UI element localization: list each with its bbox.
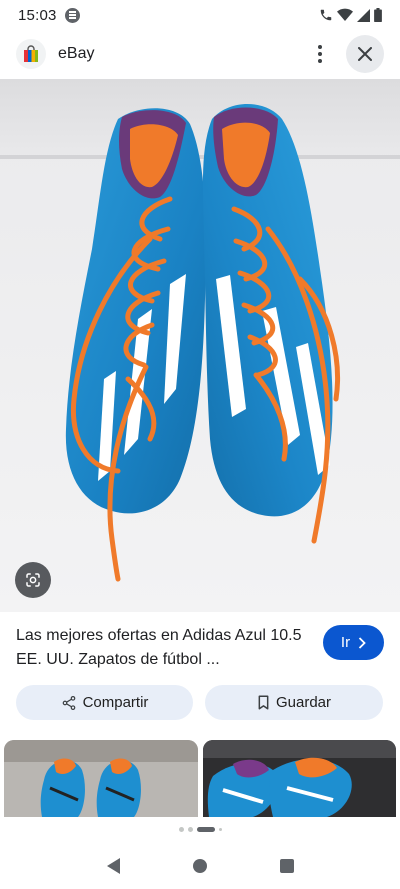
recents-icon[interactable] (279, 858, 294, 873)
share-label: Compartir (82, 694, 149, 711)
chat-bubble-icon (64, 7, 80, 23)
go-button[interactable]: Ir (323, 625, 384, 660)
status-bar: 15:03 (0, 0, 400, 30)
pager-dot (178, 826, 184, 832)
go-button-label: Ir (340, 634, 351, 651)
pager-dot (218, 827, 222, 831)
product-image[interactable] (0, 79, 400, 612)
bookmark-icon (258, 695, 269, 710)
google-lens-icon (26, 573, 40, 587)
share-button[interactable]: Compartir (16, 685, 193, 720)
close-icon (358, 47, 372, 61)
save-label: Guardar (275, 694, 332, 711)
ebay-shopping-bag-icon[interactable] (16, 39, 46, 69)
battery-icon (374, 8, 382, 22)
back-icon[interactable] (106, 857, 120, 874)
home-icon[interactable] (192, 858, 207, 873)
site-name[interactable]: eBay (58, 45, 94, 63)
more-vert-icon[interactable] (308, 34, 332, 74)
viewer-header: eBay (0, 30, 400, 78)
status-time: 15:03 (18, 6, 57, 24)
related-image-2[interactable] (203, 740, 396, 817)
soccer-cleats-image (0, 79, 400, 612)
related-image-1[interactable] (4, 740, 198, 817)
wifi-icon (337, 8, 353, 21)
google-lens-button[interactable] (15, 562, 51, 598)
pager-dot-active (196, 826, 215, 832)
arrow-right-icon (358, 636, 366, 649)
related-cleats-thumbnail (4, 740, 198, 817)
signal-icon (357, 8, 370, 22)
close-button[interactable] (346, 35, 384, 73)
result-title[interactable]: Las mejores ofertas en Adidas Azul 10.5 … (16, 624, 306, 672)
pager-dot (187, 826, 193, 832)
related-cleats-thumbnail (203, 740, 396, 817)
share-icon (62, 695, 75, 710)
status-icons (319, 8, 382, 22)
image-pager (0, 824, 400, 834)
call-icon (320, 9, 332, 21)
system-nav-bar (0, 842, 400, 889)
save-button[interactable]: Guardar (205, 685, 383, 720)
